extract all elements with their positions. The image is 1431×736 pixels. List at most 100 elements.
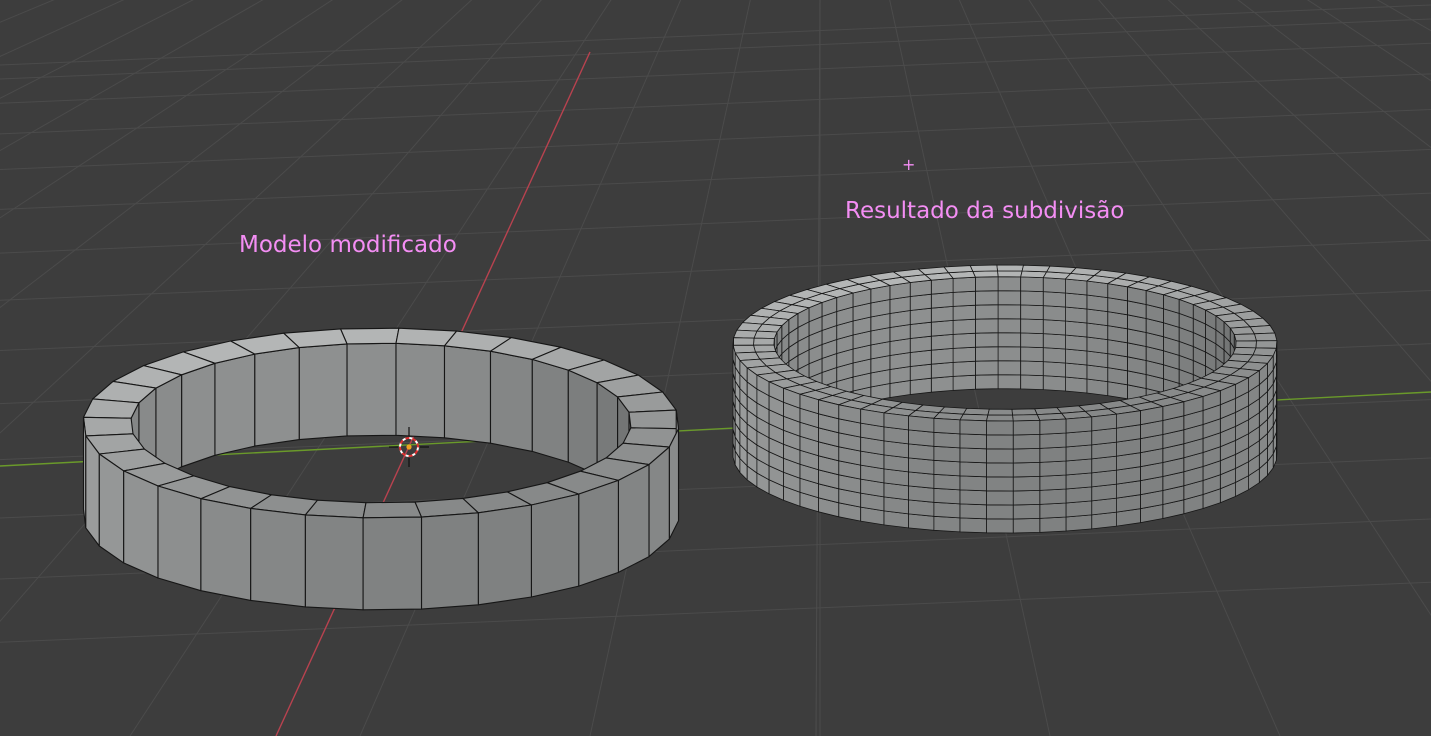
inner-face [952,304,976,321]
outer-face [578,479,619,587]
inner-face [930,291,954,309]
inner-face [975,318,999,334]
top-face [753,344,777,353]
top-face [969,264,998,272]
inner-face [930,375,954,393]
outer-face [986,476,1014,492]
inner-face [930,277,954,295]
outer-face [1039,418,1067,435]
outer-face [1012,475,1041,492]
outer-face [908,471,935,489]
annotation-resultado-subdivisao: Resultado da subdivisão [845,198,1125,224]
inner-face [443,345,492,444]
inner-face [975,374,999,390]
3d-viewport[interactable]: Modelo modificado Resultado da subdivisã… [0,0,1431,736]
inner-face [1042,319,1066,336]
outer-face [530,493,580,598]
outer-face [986,448,1014,464]
inner-face [997,360,1022,376]
outer-face [420,512,479,610]
inner-face [181,362,216,468]
viewport-scene[interactable] [0,0,1431,736]
outer-face [908,457,935,475]
outer-face [1012,503,1041,520]
outer-face [959,489,987,506]
outer-face [959,447,987,464]
top-face [997,270,1023,278]
outer-face [668,428,680,540]
grid-line [0,239,1431,301]
outer-face [1065,458,1093,476]
top-face [1255,340,1278,349]
inner-face [1020,304,1044,321]
outer-face [986,504,1014,520]
outer-face [304,514,364,611]
inner-face [298,343,348,441]
inner-face [930,319,954,337]
grid-line [0,0,15,736]
grid-line [0,192,1431,254]
inner-face [909,377,932,395]
inner-face [1042,347,1066,364]
inner-face [1065,306,1088,324]
outer-face [85,435,100,547]
top-face [733,329,758,339]
inner-face [909,279,932,297]
outer-face [362,516,423,611]
top-face [943,265,974,274]
outer-face [986,420,1014,436]
inner-face [395,342,446,439]
top-face [1011,408,1038,416]
outer-face [986,462,1014,478]
outer-face [1039,446,1067,463]
inner-face [930,305,954,323]
ring-subdivided[interactable] [732,264,1278,534]
inner-face [1020,360,1044,377]
inner-face [489,350,533,452]
ring-low-poly[interactable] [82,327,680,611]
inner-face [975,360,999,376]
grid-line [0,0,73,736]
outer-face [986,434,1014,450]
top-face [753,337,775,346]
outer-face [1065,416,1093,434]
inner-face [1042,277,1066,294]
inner-face [952,332,976,349]
origin-dot-icon [406,444,412,450]
outer-face [908,513,935,531]
top-face [362,501,423,519]
outer-face [959,517,987,534]
top-face [82,398,140,419]
outer-face [908,443,935,461]
outer-face [933,501,961,519]
outer-face [1039,432,1067,449]
inner-face [930,333,954,351]
inner-face [952,276,976,293]
inner-face [975,304,999,320]
grid-line [0,42,1431,104]
inner-face [997,346,1022,362]
outer-face [1065,514,1093,532]
inner-face [1065,292,1088,310]
inner-face [1042,291,1066,308]
inner-face [1065,334,1088,352]
inner-face [1020,346,1044,363]
inner-face [1042,333,1066,350]
outer-face [1116,410,1141,429]
inner-face [1065,348,1088,366]
inner-face [346,342,397,437]
outer-face [157,485,202,592]
top-face [1021,264,1051,273]
outer-face [959,419,987,436]
outer-face [1039,474,1067,491]
inner-face [1065,362,1088,380]
inner-face [1065,376,1088,394]
inner-face [909,307,932,325]
outer-face [1039,460,1067,477]
outer-face [908,499,935,517]
outer-face [933,473,961,491]
inner-face [909,363,932,381]
outer-face [123,470,159,579]
top-face [732,344,756,354]
inner-face [1042,361,1066,378]
